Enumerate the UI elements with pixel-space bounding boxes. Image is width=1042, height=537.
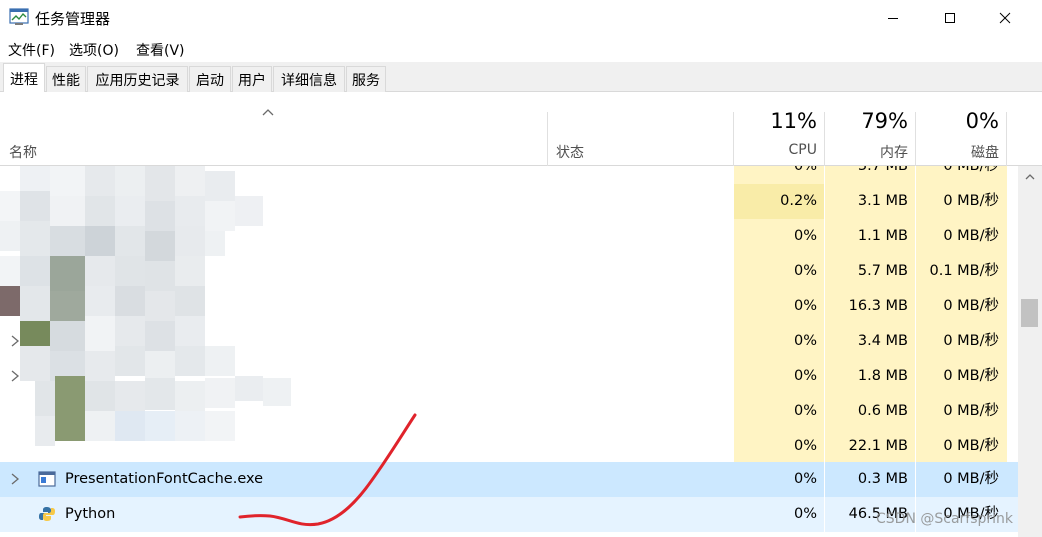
watermark: CSDN @Scarfsprink <box>876 511 1014 527</box>
red-annotation-stroke <box>238 413 417 527</box>
